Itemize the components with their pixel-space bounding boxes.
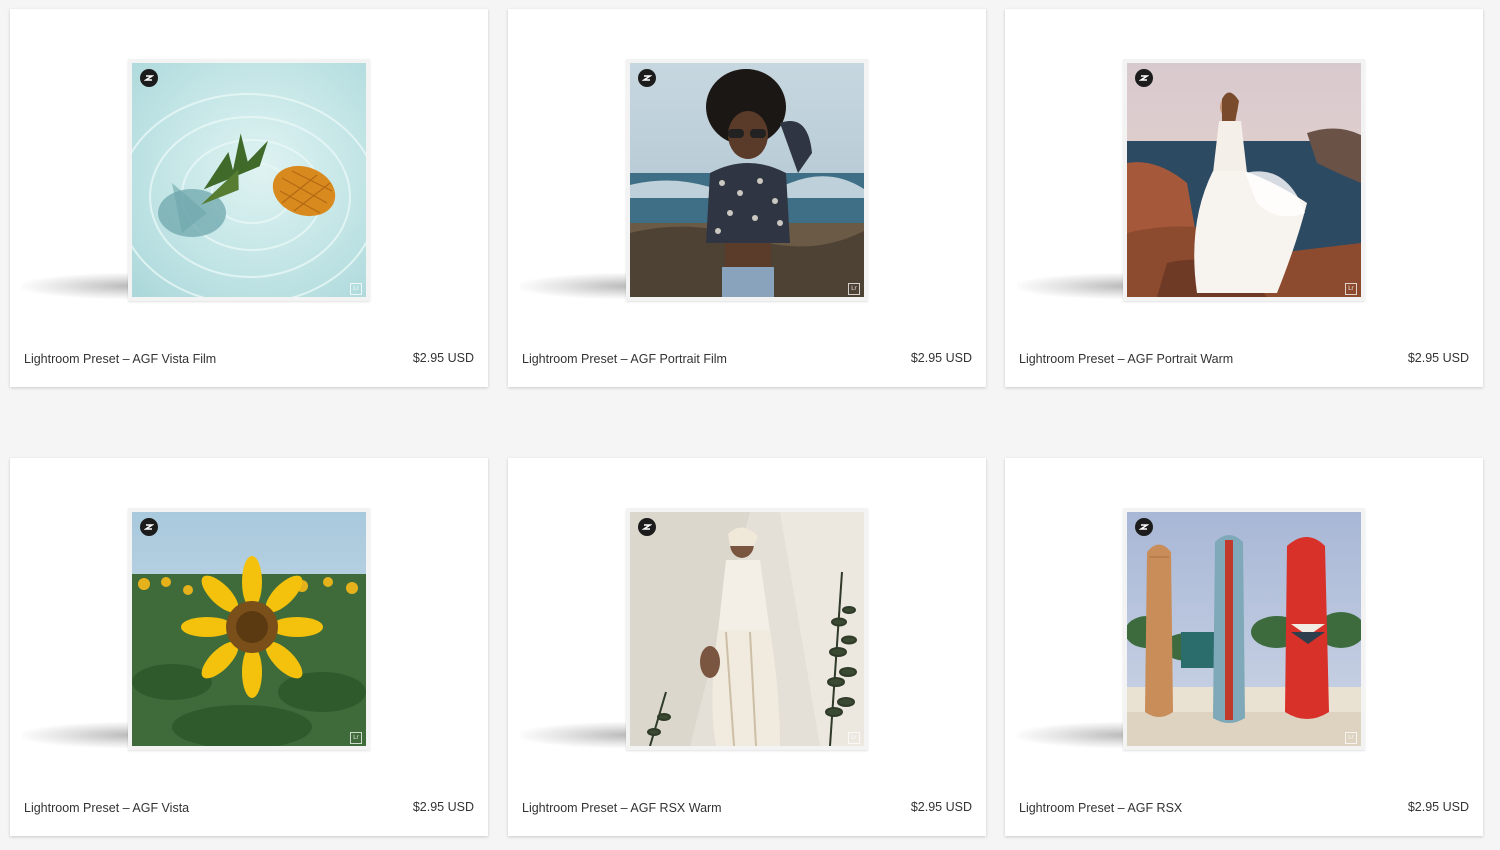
pineapple-image <box>132 63 366 297</box>
product-thumbnail[interactable]: Lr <box>517 59 868 301</box>
portrait-beach-image <box>630 63 864 297</box>
product-card-agf-portrait-warm[interactable]: Lr Lightroom Preset – AGF Portrait Warm … <box>1005 9 1483 387</box>
product-card-agf-rsx-warm[interactable]: Lr Lightroom Preset – AGF RSX Warm $2.95… <box>508 458 986 836</box>
presetpro-logo-icon <box>1135 69 1153 87</box>
product-card-agf-vista-film[interactable]: Lr Lightroom Preset – AGF Vista Film $2.… <box>10 9 488 387</box>
lightroom-icon: Lr <box>1345 283 1357 295</box>
presetpro-logo-icon <box>140 69 158 87</box>
product-price: $2.95 USD <box>412 351 474 365</box>
coast-dress-image <box>1127 63 1361 297</box>
product-thumbnail[interactable]: Lr <box>517 508 868 750</box>
product-price: $2.95 USD <box>1407 800 1469 814</box>
product-title[interactable]: Lightroom Preset – AGF Portrait Warm <box>1019 352 1233 366</box>
product-price: $2.95 USD <box>910 351 972 365</box>
product-title[interactable]: Lightroom Preset – AGF Vista <box>24 801 189 815</box>
product-thumbnail[interactable]: Lr <box>1014 508 1365 750</box>
product-title[interactable]: Lightroom Preset – AGF RSX <box>1019 801 1182 815</box>
presetpro-logo-icon <box>638 69 656 87</box>
lightroom-icon: Lr <box>1345 732 1357 744</box>
lightroom-icon: Lr <box>350 283 362 295</box>
product-thumbnail[interactable]: Lr <box>1014 59 1365 301</box>
surfboards-image <box>1127 512 1361 746</box>
presetpro-logo-icon <box>1135 518 1153 536</box>
boho-wall-image <box>630 512 864 746</box>
product-title[interactable]: Lightroom Preset – AGF Portrait Film <box>522 352 727 366</box>
product-grid: Lr Lightroom Preset – AGF Vista Film $2.… <box>0 0 1500 850</box>
product-title[interactable]: Lightroom Preset – AGF Vista Film <box>24 352 216 366</box>
product-price: $2.95 USD <box>910 800 972 814</box>
product-price: $2.95 USD <box>412 800 474 814</box>
product-title[interactable]: Lightroom Preset – AGF RSX Warm <box>522 801 722 815</box>
lightroom-icon: Lr <box>848 283 860 295</box>
sunflower-image <box>132 512 366 746</box>
lightroom-icon: Lr <box>350 732 362 744</box>
product-price: $2.95 USD <box>1407 351 1469 365</box>
presetpro-logo-icon <box>638 518 656 536</box>
product-thumbnail[interactable]: Lr <box>19 508 370 750</box>
presetpro-logo-icon <box>140 518 158 536</box>
lightroom-icon: Lr <box>848 732 860 744</box>
product-card-agf-vista[interactable]: Lr Lightroom Preset – AGF Vista $2.95 US… <box>10 458 488 836</box>
product-thumbnail[interactable]: Lr <box>19 59 370 301</box>
product-card-agf-rsx[interactable]: Lr Lightroom Preset – AGF RSX $2.95 USD <box>1005 458 1483 836</box>
product-card-agf-portrait-film[interactable]: Lr Lightroom Preset – AGF Portrait Film … <box>508 9 986 387</box>
